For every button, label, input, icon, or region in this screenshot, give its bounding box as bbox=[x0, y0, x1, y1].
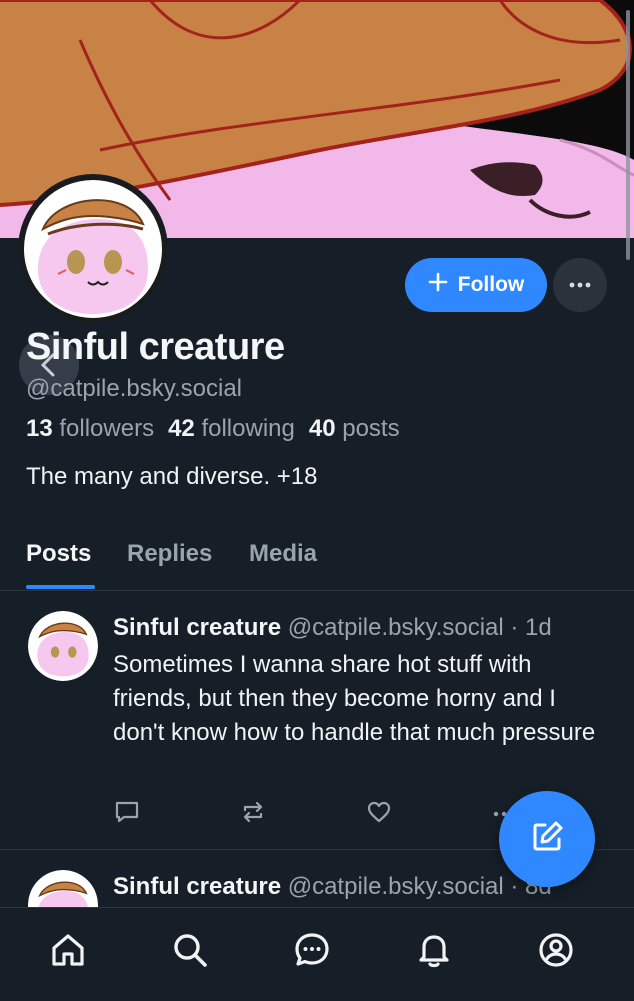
post-handle[interactable]: @catpile.bsky.social bbox=[288, 873, 504, 900]
profile-tabs: Posts Replies Media bbox=[0, 530, 634, 591]
more-options-button[interactable] bbox=[553, 258, 607, 312]
post-time[interactable]: · 1d bbox=[510, 614, 551, 641]
home-icon[interactable] bbox=[48, 930, 88, 970]
post-author[interactable]: Sinful creature bbox=[113, 614, 281, 641]
follow-label: Follow bbox=[457, 273, 525, 296]
chat-icon[interactable] bbox=[292, 930, 332, 970]
follow-button[interactable]: Follow bbox=[405, 258, 547, 312]
search-icon[interactable] bbox=[170, 930, 210, 970]
reply-icon[interactable] bbox=[114, 799, 140, 830]
followers-stat[interactable]: 13 followers bbox=[26, 415, 154, 443]
active-tab-indicator bbox=[26, 585, 95, 589]
tab-replies[interactable]: Replies bbox=[127, 540, 212, 568]
post-header: Sinful creature @catpile.bsky.social · 8… bbox=[113, 873, 552, 901]
display-name: Sinful creature bbox=[26, 326, 285, 368]
followers-count: 13 bbox=[26, 415, 53, 442]
bell-icon[interactable] bbox=[414, 930, 454, 970]
posts-count: 40 bbox=[308, 415, 336, 442]
like-icon[interactable] bbox=[366, 799, 392, 830]
profile-icon[interactable] bbox=[536, 930, 576, 970]
compose-icon bbox=[527, 817, 567, 862]
posts-stat: 40 posts bbox=[309, 415, 400, 443]
post-avatar[interactable] bbox=[28, 870, 98, 907]
bottom-navigation bbox=[0, 907, 634, 1001]
compose-button[interactable] bbox=[499, 791, 595, 887]
post-handle[interactable]: @catpile.bsky.social bbox=[288, 614, 504, 641]
following-stat[interactable]: 42 following bbox=[168, 415, 295, 443]
profile-stats: 13 followers 42 following 40 posts bbox=[26, 415, 400, 443]
tab-posts[interactable]: Posts bbox=[26, 540, 91, 568]
ellipsis-icon bbox=[568, 276, 592, 294]
post-author[interactable]: Sinful creature bbox=[113, 873, 281, 900]
post-header: Sinful creature @catpile.bsky.social · 1… bbox=[113, 614, 552, 642]
repost-icon[interactable] bbox=[240, 799, 266, 830]
following-label: following bbox=[201, 415, 295, 442]
profile-handle: @catpile.bsky.social bbox=[26, 375, 242, 402]
profile-bio: The many and diverse. +18 bbox=[26, 463, 318, 490]
profile-avatar[interactable] bbox=[18, 174, 168, 324]
plus-icon bbox=[428, 272, 448, 298]
tab-media[interactable]: Media bbox=[249, 540, 317, 568]
posts-label: posts bbox=[342, 415, 400, 442]
followers-label: followers bbox=[59, 415, 155, 442]
scrollbar[interactable] bbox=[626, 10, 630, 260]
post-avatar[interactable] bbox=[28, 611, 98, 681]
following-count: 42 bbox=[168, 415, 195, 442]
post-text: Sometimes I wanna share hot stuff with f… bbox=[113, 651, 596, 746]
